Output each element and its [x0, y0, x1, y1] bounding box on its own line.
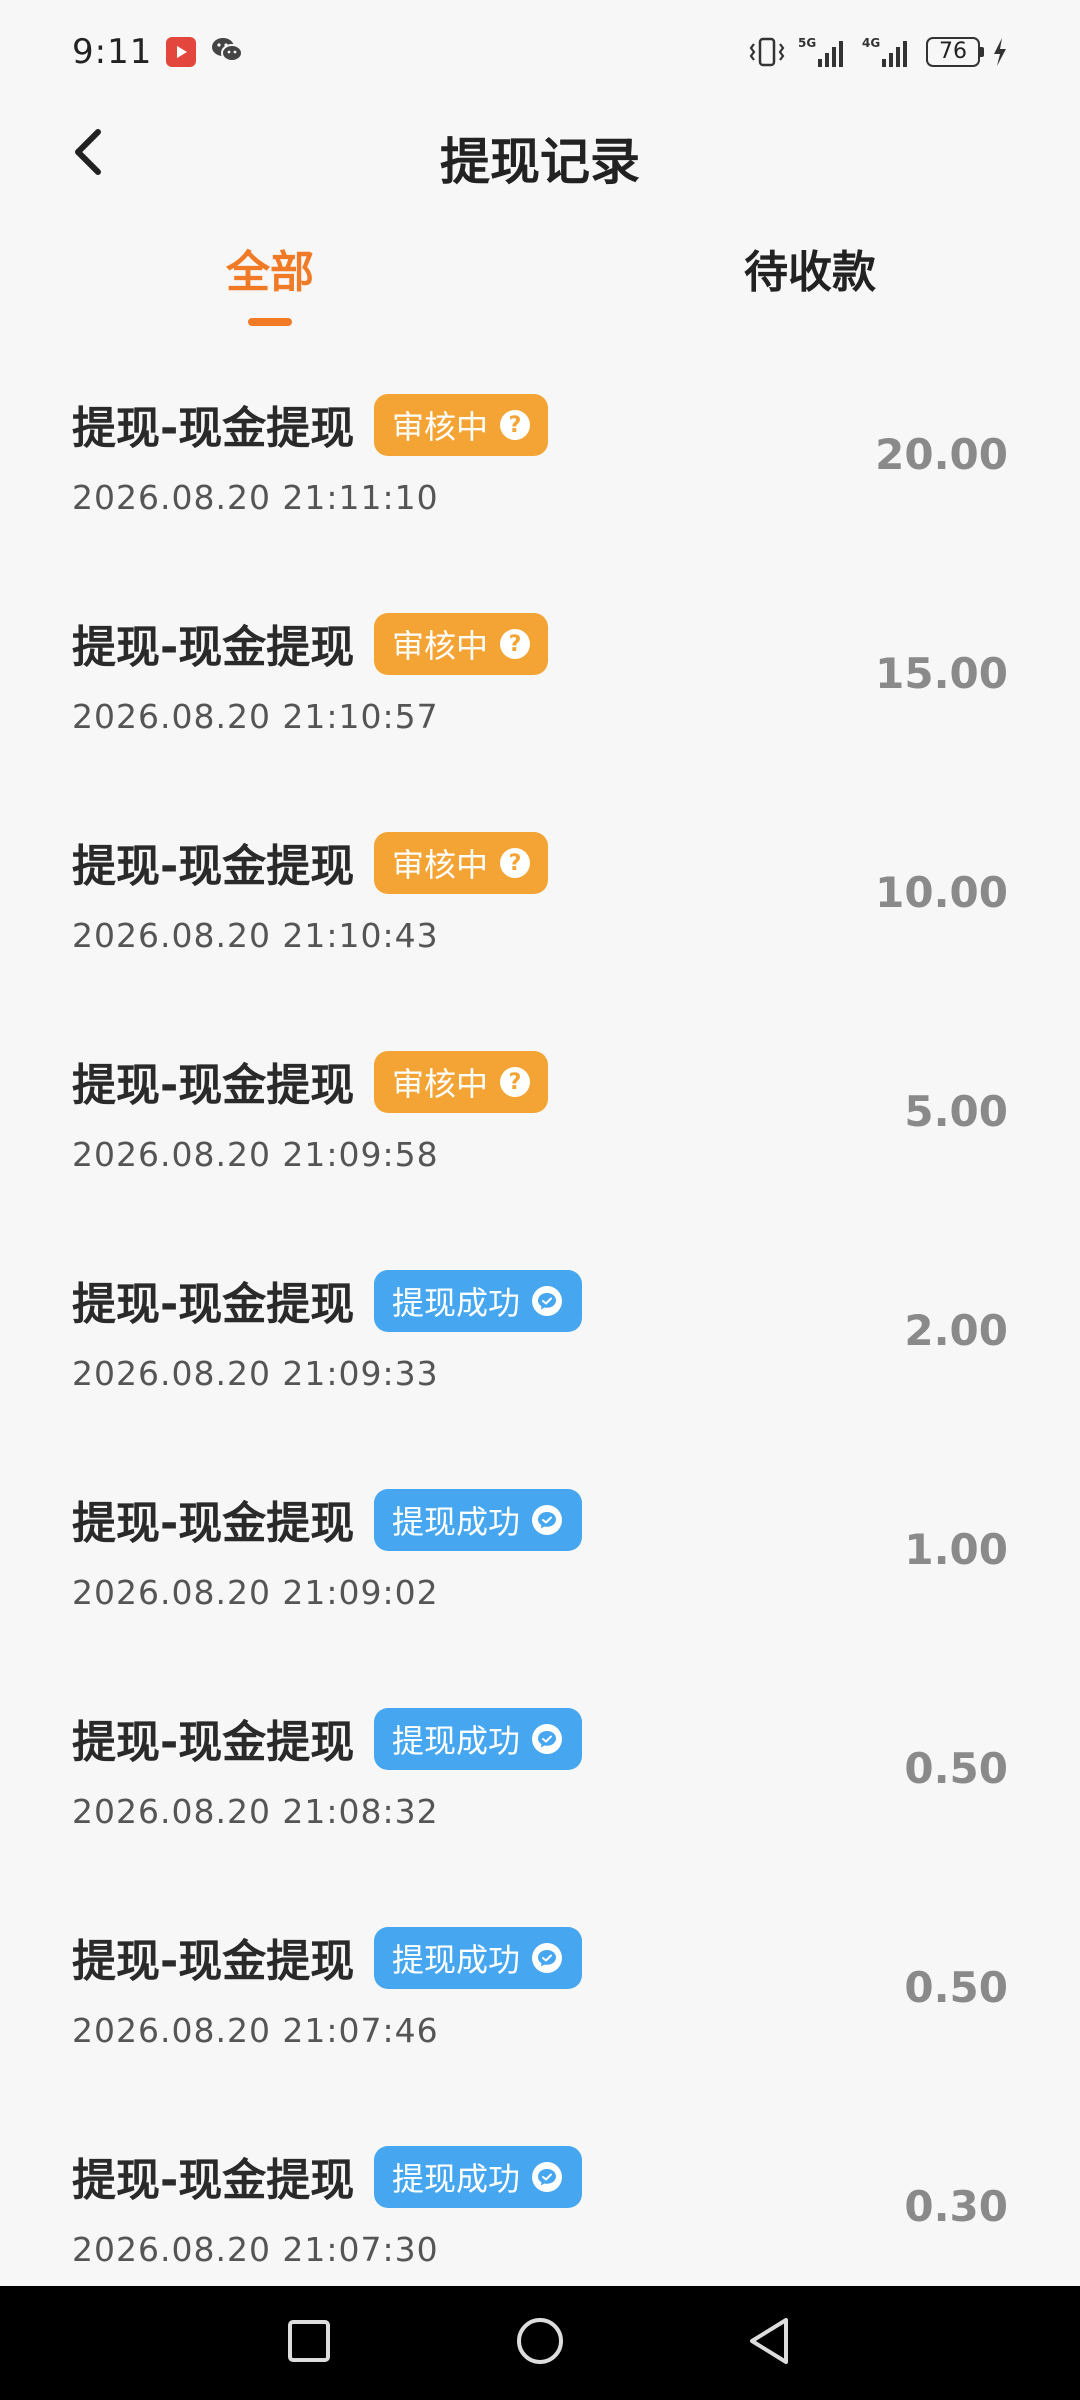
record-timestamp: 2026.08.20 21:09:58 — [72, 1135, 439, 1174]
status-badge-label: 提现成功 — [392, 1941, 521, 1979]
status-badge-reviewing[interactable]: 审核中? — [374, 1051, 549, 1113]
status-badge-reviewing[interactable]: 审核中? — [374, 832, 549, 894]
status-bar-left: 9:11 — [72, 32, 244, 72]
status-bar-right: 5G 4G 76 — [748, 35, 1008, 69]
app-header: 提现记录 — [0, 104, 1080, 200]
video-app-icon — [166, 37, 197, 67]
withdrawal-record-row[interactable]: 提现-现金提现 审核中? 2026.08.20 21:10:57 15.00 — [0, 591, 1080, 810]
tab-all[interactable]: 全部 — [200, 236, 340, 300]
system-back-button[interactable] — [742, 2316, 796, 2370]
withdrawal-record-row[interactable]: 提现-现金提现 提现成功 2026.08.20 21:09:02 1.00 — [0, 1467, 1080, 1686]
record-title: 提现-现金提现 — [72, 1060, 355, 1111]
withdrawal-record-row[interactable]: 提现-现金提现 审核中? 2026.08.20 21:11:10 20.00 — [0, 372, 1080, 591]
record-title: 提现-现金提现 — [72, 1279, 355, 1330]
record-timestamp: 2026.08.20 21:10:43 — [72, 916, 439, 955]
record-amount: 20.00 — [875, 430, 1008, 479]
record-amount: 0.50 — [904, 1744, 1008, 1793]
status-badge-reviewing[interactable]: 审核中? — [374, 613, 549, 675]
withdrawal-record-row[interactable]: 提现-现金提现 提现成功 2026.08.20 21:09:33 2.00 — [0, 1248, 1080, 1467]
status-badge-success: 提现成功 — [374, 2146, 582, 2208]
status-badge-reviewing[interactable]: 审核中? — [374, 394, 549, 456]
signal-4g-icon: 4G — [862, 35, 914, 69]
square-icon — [287, 2319, 331, 2367]
chat-bubble-check-icon — [532, 1286, 563, 1316]
withdrawal-record-row[interactable]: 提现-现金提现 提现成功 2026.08.20 21:08:32 0.50 — [0, 1686, 1080, 1905]
status-badge-label: 提现成功 — [392, 1284, 521, 1322]
question-mark-icon: ? — [500, 848, 531, 878]
record-title: 提现-现金提现 — [72, 403, 355, 454]
status-badge-success: 提现成功 — [374, 1270, 582, 1332]
record-amount: 1.00 — [904, 1525, 1008, 1574]
status-badge-label: 审核中 — [392, 627, 489, 665]
network-4g-label: 4G — [862, 36, 880, 50]
status-badge-label: 提现成功 — [392, 1722, 521, 1760]
home-button[interactable] — [513, 2316, 567, 2370]
record-title: 提现-现金提现 — [72, 622, 355, 673]
record-amount: 5.00 — [904, 1087, 1008, 1136]
circle-icon — [515, 2316, 565, 2370]
withdrawal-records-screen: 9:11 5G 4G 76 提现记录 全部 待收款 提现-现金提现 审核中 ? … — [0, 0, 1080, 2400]
vibrate-icon — [748, 36, 786, 68]
status-time: 9:11 — [72, 32, 153, 72]
chat-bubble-check-icon — [532, 1724, 563, 1754]
battery-icon: 76 — [926, 37, 984, 67]
status-badge-label: 提现成功 — [392, 1503, 521, 1541]
record-title: 提现-现金提现 — [72, 1498, 355, 1549]
charging-icon — [992, 37, 1008, 67]
record-timestamp: 2026.08.20 21:09:33 — [72, 1354, 439, 1393]
status-badge-label: 审核中 — [392, 846, 489, 884]
recent-apps-button[interactable] — [282, 2316, 336, 2370]
record-title: 提现-现金提现 — [72, 1717, 355, 1768]
status-badge-label: 提现成功 — [392, 2160, 521, 2198]
chat-bubble-check-icon — [532, 1943, 563, 1973]
status-bar: 9:11 5G 4G 76 — [0, 0, 1080, 104]
withdrawal-record-row[interactable]: 提现-现金提现 审核中? 2026.08.20 21:10:43 10.00 — [0, 810, 1080, 1029]
record-amount: 15.00 — [875, 649, 1008, 698]
question-mark-icon: ? — [500, 629, 531, 659]
chat-bubble-check-icon — [532, 1505, 563, 1535]
status-badge-success: 提现成功 — [374, 1708, 582, 1770]
tab-pending-receipt[interactable]: 待收款 — [720, 236, 900, 300]
record-title: 提现-现金提现 — [72, 2155, 355, 2206]
status-badge-label: 审核中 — [392, 408, 489, 446]
wechat-icon — [210, 35, 244, 69]
record-timestamp: 2026.08.20 21:08:32 — [72, 1792, 439, 1831]
tab-bar: 全部 待收款 — [0, 222, 1080, 332]
record-timestamp: 2026.08.20 21:11:10 — [72, 478, 439, 517]
withdrawal-record-list: 提现-现金提现 审核中? 2026.08.20 21:11:10 20.00 提现-现金… — [0, 372, 1080, 2343]
status-badge-success: 提现成功 — [374, 1927, 582, 1989]
status-badge-label: 审核中 — [392, 1065, 489, 1103]
withdrawal-record-row[interactable]: 提现-现金提现 提现成功 2026.08.20 21:07:46 0.50 — [0, 1905, 1080, 2124]
page-title: 提现记录 — [440, 133, 640, 191]
record-title: 提现-现金提现 — [72, 1936, 355, 1987]
record-timestamp: 2026.08.20 21:07:30 — [72, 2230, 439, 2269]
chat-bubble-check-icon — [532, 2162, 563, 2192]
record-amount: 10.00 — [875, 868, 1008, 917]
record-title: 提现-现金提现 — [72, 841, 355, 892]
record-amount: 0.50 — [904, 1963, 1008, 2012]
active-tab-indicator — [248, 318, 292, 326]
record-timestamp: 2026.08.20 21:07:46 — [72, 2011, 439, 2050]
question-mark-icon: ? — [500, 1067, 531, 1097]
record-timestamp: 2026.08.20 21:09:02 — [72, 1573, 439, 1612]
record-amount: 0.30 — [904, 2182, 1008, 2231]
triangle-back-icon — [746, 2316, 792, 2370]
status-badge-success: 提现成功 — [374, 1489, 582, 1551]
record-timestamp: 2026.08.20 21:10:57 — [72, 697, 439, 736]
withdrawal-record-row[interactable]: 提现-现金提现 审核中? 2026.08.20 21:09:58 5.00 — [0, 1029, 1080, 1248]
signal-5g-icon: 5G — [798, 35, 850, 69]
system-navigation-bar — [0, 2286, 1080, 2400]
question-mark-icon: ? — [500, 410, 531, 440]
record-amount: 2.00 — [904, 1306, 1008, 1355]
network-5g-label: 5G — [798, 36, 816, 50]
